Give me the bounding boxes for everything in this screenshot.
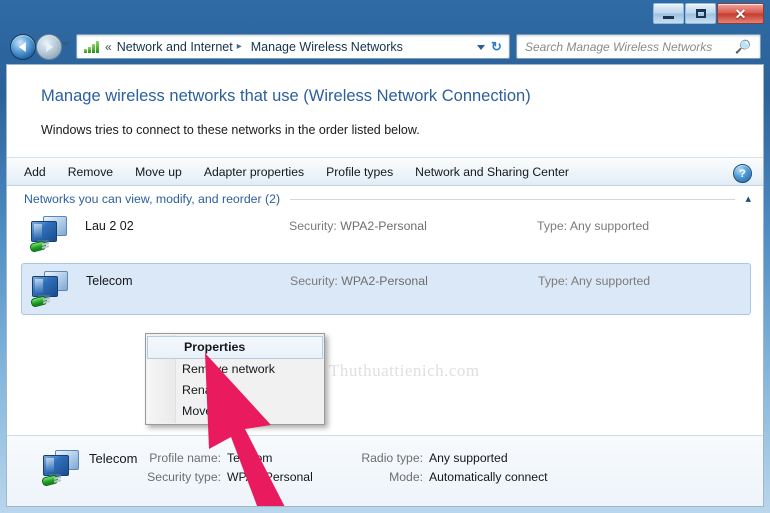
context-menu-item-properties[interactable]: Properties	[147, 336, 323, 359]
detail-profile-name: Profile name: Telecom	[147, 451, 313, 465]
detail-security-type: Security type: WPA2-Personal	[147, 470, 313, 484]
watermark: Thuthuattienich.com	[329, 361, 480, 380]
network-type: Type: Any supported	[537, 219, 649, 233]
search-icon: 🔍	[734, 38, 751, 54]
command-network-and-sharing-center[interactable]: Network and Sharing Center	[404, 165, 580, 179]
address-bar[interactable]: « Network and Internet ▸ Manage Wireless…	[76, 34, 510, 59]
command-add[interactable]: Add	[7, 165, 57, 179]
breadcrumb-item-network-and-internet[interactable]: Network and Internet	[117, 40, 233, 54]
security-label: Security:	[290, 274, 338, 288]
wireless-network-icon	[28, 269, 74, 311]
breadcrumb-separator-icon: ▸	[236, 41, 242, 52]
breadcrumb-overflow-icon[interactable]: «	[105, 41, 112, 53]
type-label: Type:	[537, 219, 568, 233]
close-icon: ✕	[734, 5, 747, 22]
radio-type-value: Any supported	[429, 451, 508, 465]
refresh-icon[interactable]: ↻	[488, 38, 505, 55]
detail-radio-type: Radio type: Any supported	[357, 451, 548, 465]
navigation-bar: « Network and Internet ▸ Manage Wireless…	[0, 30, 770, 62]
window-root: ✕ « Network and Internet ▸ Manage Wirele…	[0, 0, 770, 513]
detail-mode: Mode: Automatically connect	[357, 470, 548, 484]
details-column-right: Radio type: Any supported Mode: Automati…	[357, 451, 548, 489]
details-network-name: Telecom	[89, 451, 138, 466]
context-menu-item-move-up[interactable]: Move up	[146, 401, 324, 422]
back-button[interactable]	[10, 34, 36, 60]
help-icon[interactable]: ?	[733, 164, 752, 183]
list-item[interactable]: Lau 2 02 Security: WPA2-Personal Type: A…	[21, 209, 751, 261]
type-label: Type:	[538, 274, 569, 288]
minimize-button[interactable]	[653, 3, 684, 24]
command-profile-types[interactable]: Profile types	[315, 165, 404, 179]
signal-bars-icon	[84, 40, 99, 53]
search-box[interactable]: Search Manage Wireless Networks 🔍	[516, 34, 761, 59]
command-bar: Add Remove Move up Adapter properties Pr…	[7, 157, 763, 186]
section-header: Networks you can view, modify, and reord…	[7, 188, 763, 210]
radio-type-label: Radio type:	[361, 451, 423, 465]
network-name: Telecom	[86, 274, 133, 288]
details-column-left: Profile name: Telecom Security type: WPA…	[147, 451, 313, 489]
security-type-label: Security type:	[147, 470, 221, 484]
network-name: Lau 2 02	[85, 219, 134, 233]
window-controls: ✕	[652, 3, 764, 24]
security-value: WPA2-Personal	[340, 219, 427, 233]
security-value: WPA2-Personal	[341, 274, 428, 288]
title-bar: ✕	[0, 0, 770, 28]
details-pane: Telecom Profile name: Telecom Security t…	[7, 435, 763, 506]
context-menu-item-remove-network[interactable]: Remove network	[146, 359, 324, 380]
security-type-value: WPA2-Personal	[227, 470, 313, 484]
command-move-up[interactable]: Move up	[124, 165, 193, 179]
type-value: Any supported	[569, 219, 650, 233]
network-security: Security: WPA2-Personal	[289, 219, 427, 233]
chevron-up-icon[interactable]: ▴	[745, 193, 751, 205]
breadcrumb-item-manage-wireless-networks[interactable]: Manage Wireless Networks	[251, 40, 403, 54]
command-remove[interactable]: Remove	[57, 165, 124, 179]
context-menu-item-rename[interactable]: Rename	[146, 380, 324, 401]
list-item[interactable]: Telecom Security: WPA2-Personal Type: An…	[21, 263, 751, 315]
arrow-left-icon	[18, 42, 26, 52]
maximize-button[interactable]	[685, 3, 716, 24]
page-header: Manage wireless networks that use (Wirel…	[7, 65, 763, 137]
command-adapter-properties[interactable]: Adapter properties	[193, 165, 315, 179]
mode-label: Mode:	[389, 470, 423, 484]
close-button[interactable]: ✕	[717, 3, 764, 24]
arrow-right-icon	[46, 42, 54, 52]
profile-name-label: Profile name:	[149, 451, 221, 465]
client-area: Manage wireless networks that use (Wirel…	[6, 64, 764, 507]
mode-value: Automatically connect	[429, 470, 548, 484]
wireless-network-icon	[39, 448, 87, 492]
forward-button[interactable]	[36, 34, 62, 60]
network-security: Security: WPA2-Personal	[290, 274, 428, 288]
wireless-network-icon	[27, 214, 73, 256]
context-menu: Properties Remove network Rename Move up	[145, 333, 325, 425]
maximize-icon	[695, 9, 706, 18]
search-input[interactable]: Search Manage Wireless Networks	[525, 40, 712, 54]
minimize-icon	[663, 15, 674, 19]
section-title: Networks you can view, modify, and reord…	[24, 192, 281, 206]
profile-name-value: Telecom	[227, 451, 273, 465]
type-value: Any supported	[570, 274, 651, 288]
recent-pages-chevron-down-icon[interactable]	[62, 42, 70, 47]
network-type: Type: Any supported	[538, 274, 650, 288]
section-divider	[290, 198, 736, 200]
security-label: Security:	[289, 219, 337, 233]
address-chevron-down-icon[interactable]	[477, 45, 485, 50]
page-subtitle: Windows tries to connect to these networ…	[41, 123, 420, 137]
page-title: Manage wireless networks that use (Wirel…	[41, 87, 531, 105]
